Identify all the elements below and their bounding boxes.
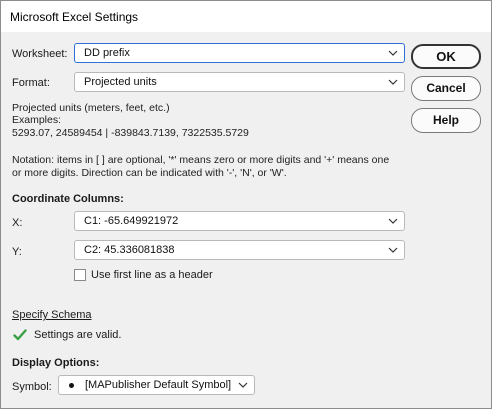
y-column-value: C2: 45.336081838 <box>84 244 175 256</box>
header-checkbox[interactable] <box>74 269 86 281</box>
cancel-button[interactable]: Cancel <box>411 76 481 101</box>
chevron-down-icon <box>238 382 248 388</box>
x-column-select[interactable]: C1: -65.649921972 <box>74 211 405 231</box>
format-value: Projected units <box>84 76 157 88</box>
chevron-down-icon <box>388 247 398 253</box>
notation-line-1: Notation: items in [ ] are optional, '*'… <box>12 154 390 166</box>
x-column-value: C1: -65.649921972 <box>84 215 179 227</box>
chevron-down-icon <box>388 79 398 85</box>
title-bar: Microsoft Excel Settings <box>1 1 491 32</box>
examples-label: Examples: <box>12 114 62 126</box>
symbol-label: Symbol: <box>12 381 52 393</box>
display-options-heading: Display Options: <box>12 357 100 369</box>
examples-values: 5293.07, 24589454 | -839843.7139, 732253… <box>12 127 249 139</box>
settings-dialog: Microsoft Excel Settings Worksheet: DD p… <box>0 0 492 409</box>
chevron-down-icon <box>388 50 398 56</box>
window-title: Microsoft Excel Settings <box>10 10 139 24</box>
worksheet-value: DD prefix <box>84 47 130 59</box>
header-checkbox-label: Use first line as a header <box>91 269 213 281</box>
format-label: Format: <box>12 77 50 89</box>
coordinate-columns-heading: Coordinate Columns: <box>12 193 124 205</box>
symbol-select[interactable]: [MAPublisher Default Symbol] <box>58 375 255 395</box>
x-label: X: <box>12 217 23 229</box>
specify-schema-link[interactable]: Specify Schema <box>12 309 91 321</box>
help-button[interactable]: Help <box>411 108 481 133</box>
symbol-value: [MAPublisher Default Symbol] <box>85 379 232 391</box>
worksheet-select[interactable]: DD prefix <box>74 43 405 63</box>
format-description: Projected units (meters, feet, etc.) <box>12 102 170 114</box>
format-select[interactable]: Projected units <box>74 72 405 92</box>
ok-button[interactable]: OK <box>411 44 481 69</box>
worksheet-label: Worksheet: <box>12 48 68 60</box>
notation-line-2: or more digits. Direction can be indicat… <box>12 167 287 179</box>
chevron-down-icon <box>388 218 398 224</box>
validation-status: Settings are valid. <box>34 329 122 341</box>
point-symbol-icon <box>69 383 74 388</box>
y-label: Y: <box>12 246 22 258</box>
y-column-select[interactable]: C2: 45.336081838 <box>74 240 405 260</box>
check-icon <box>13 329 27 341</box>
